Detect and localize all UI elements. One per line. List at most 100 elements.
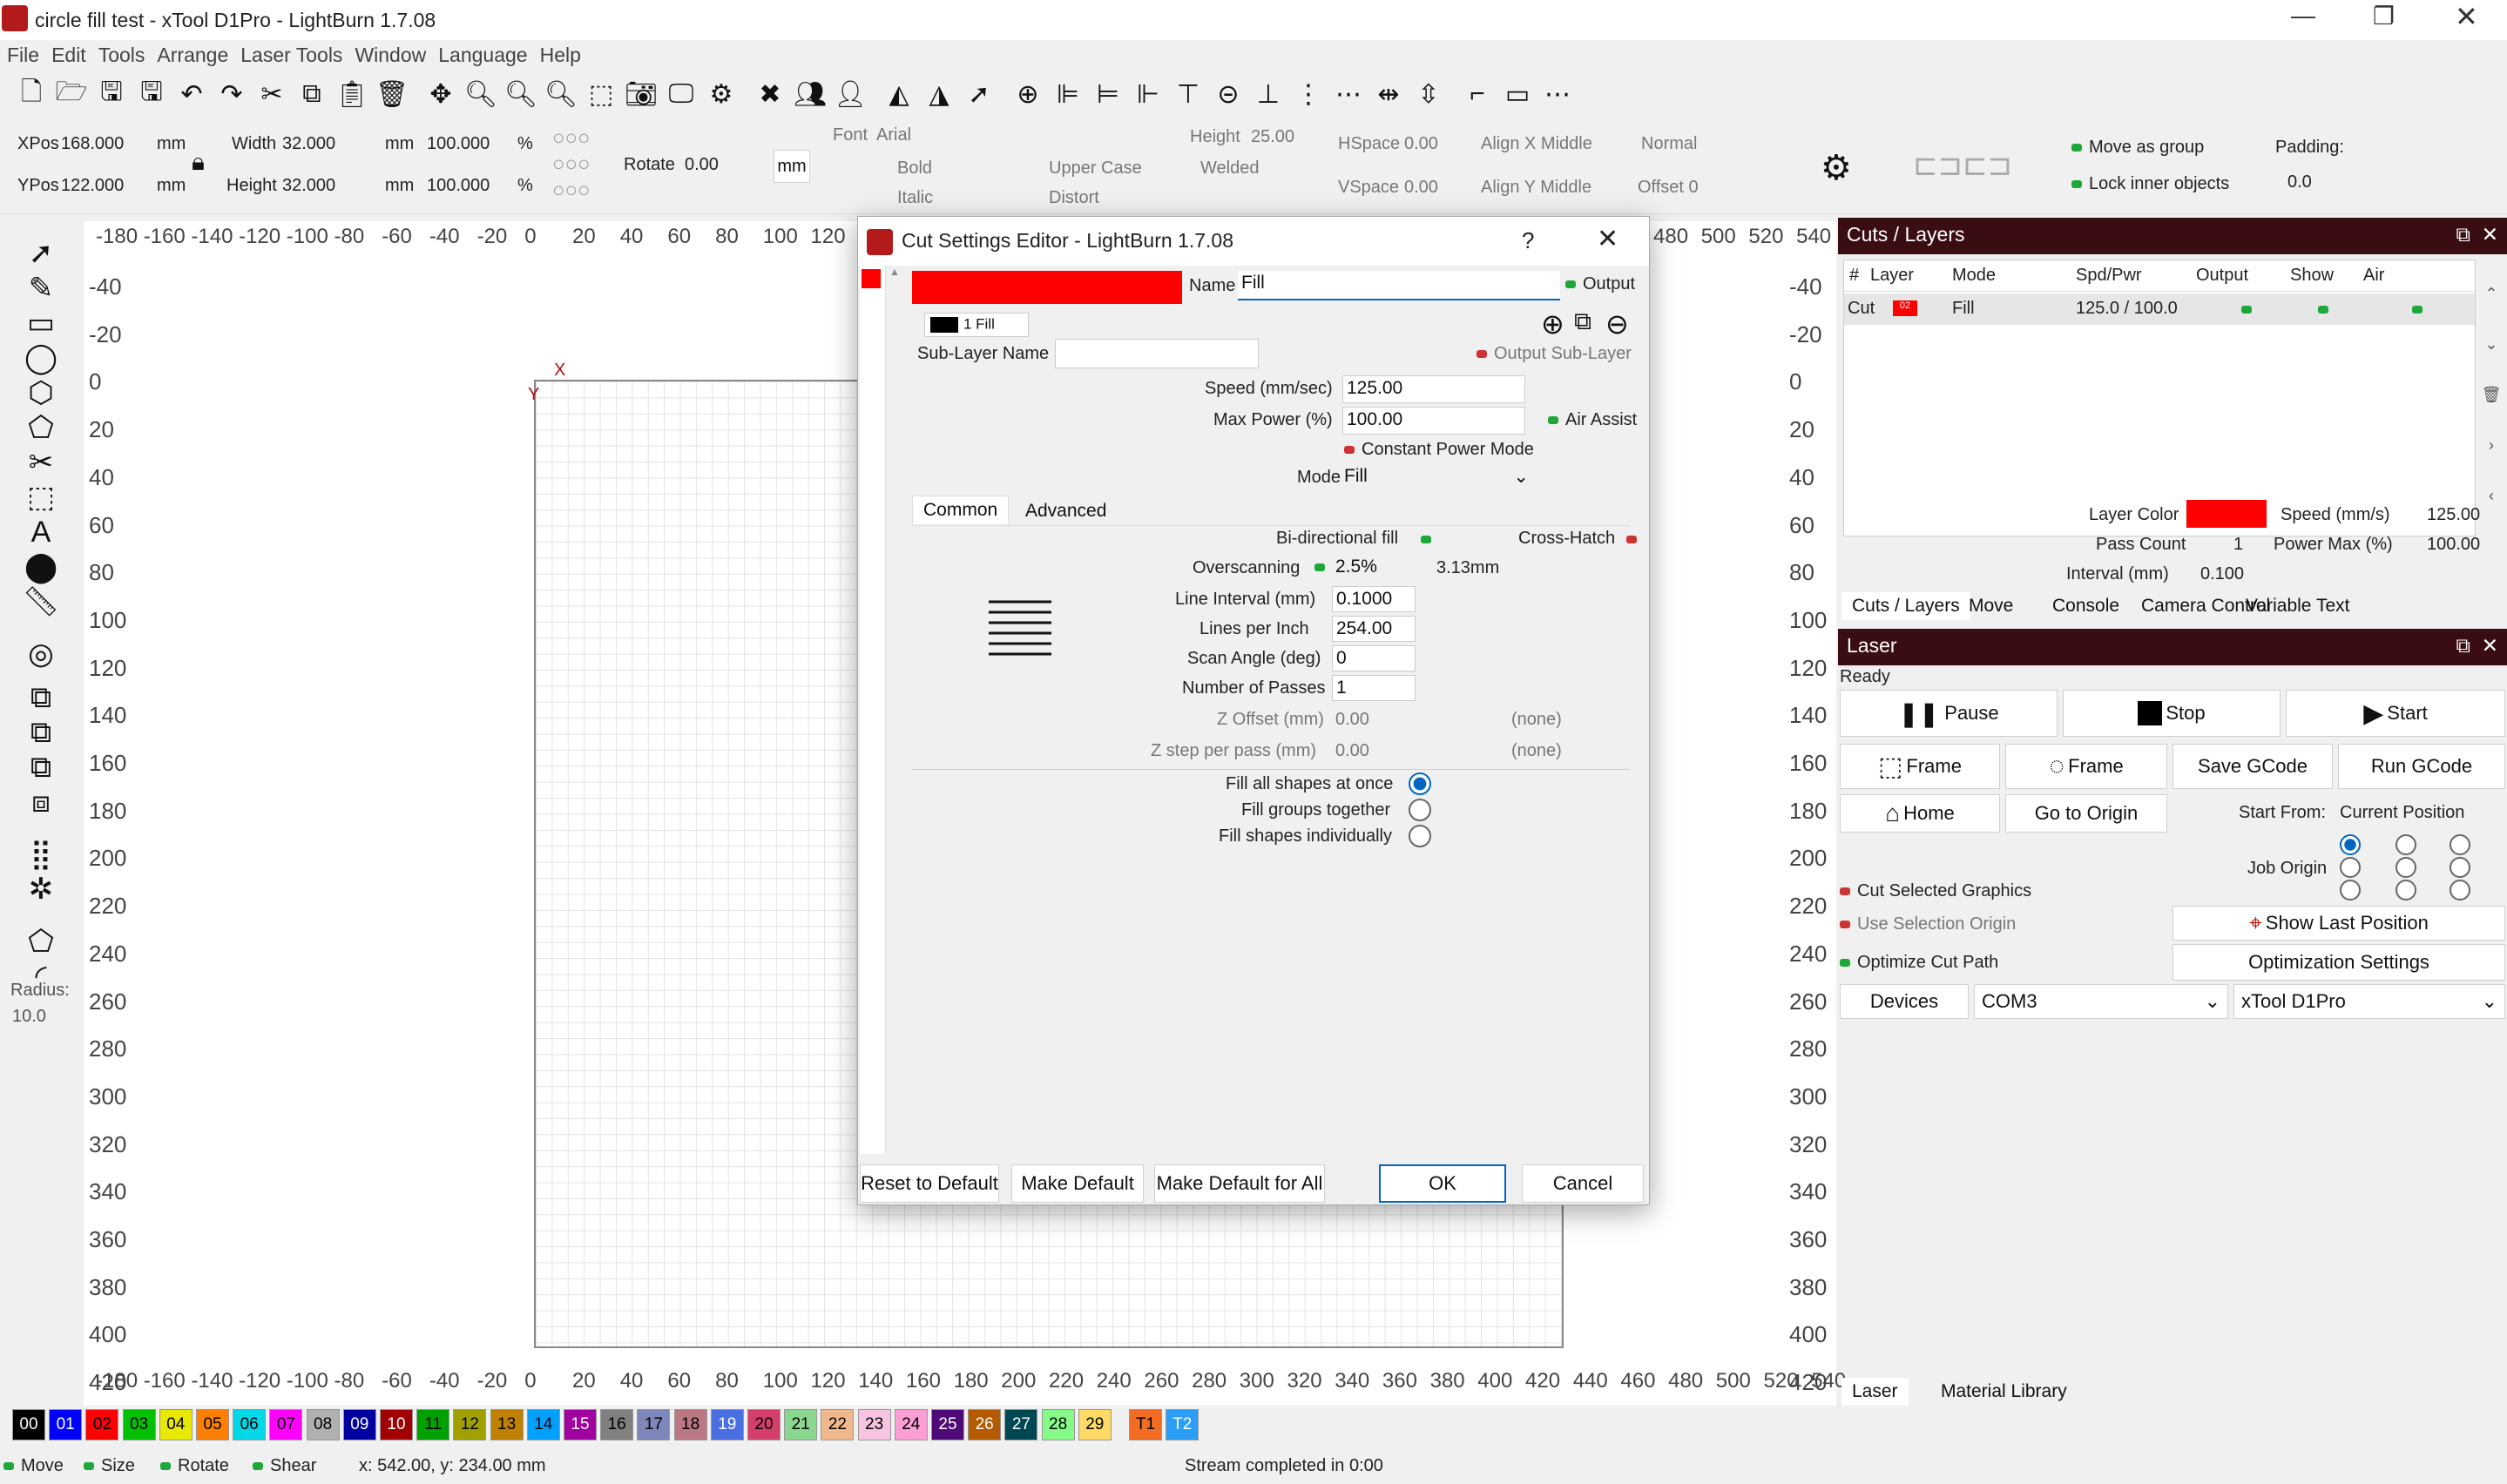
dialog-color-swatch[interactable]: [912, 271, 1182, 304]
sublayer-tab[interactable]: 1 Fill: [924, 313, 1029, 337]
distort-checkbox[interactable]: Distort: [1049, 188, 1099, 208]
palette-color-02[interactable]: 02: [85, 1409, 119, 1440]
palette-color-20[interactable]: 20: [747, 1409, 780, 1440]
sublayer-name-input[interactable]: [1055, 339, 1259, 368]
layer-order-buttons[interactable]: ⌃ ⌄ 🗑︎ › ‹: [2479, 268, 2504, 504]
zoom-out-icon[interactable]: 🔍︎: [544, 78, 578, 110]
tab-material-library[interactable]: Material Library: [1930, 1378, 2078, 1406]
users-icon[interactable]: 👥︎: [794, 78, 827, 110]
row-mode[interactable]: Fill: [1952, 299, 1975, 319]
palette-color-27[interactable]: 27: [1004, 1409, 1038, 1440]
align-x-select[interactable]: Align X Middle: [1481, 134, 1592, 154]
go-to-origin-button[interactable]: Go to Origin: [2005, 794, 2167, 833]
dock-icon[interactable]: ⌐: [1462, 78, 1493, 110]
job-origin-radio-tl[interactable]: [2340, 834, 2361, 855]
italic-checkbox[interactable]: Italic: [897, 188, 933, 208]
space-v-icon[interactable]: ⇳: [1413, 78, 1444, 110]
tab-variable-text[interactable]: Variable Text: [2235, 592, 2360, 620]
edit-nodes-icon[interactable]: ⬠: [23, 409, 59, 446]
fill-all-radio[interactable]: [1409, 772, 1431, 795]
column-header[interactable]: Mode: [1952, 266, 1996, 286]
job-origin-radio-br[interactable]: [2450, 880, 2470, 901]
upper-case-checkbox[interactable]: Upper Case: [1049, 159, 1142, 179]
measure-icon[interactable]: 📏︎: [22, 583, 59, 620]
align-right-icon[interactable]: ⊩: [1132, 78, 1164, 110]
position-laser-icon[interactable]: ⬚: [23, 479, 59, 516]
z-step-input[interactable]: 0.00: [1335, 741, 1369, 761]
shear-toggle[interactable]: Shear: [253, 1456, 316, 1476]
use-selection-origin-checkbox[interactable]: Use Selection Origin: [1840, 914, 2016, 934]
minimize-icon[interactable]: —: [2291, 2, 2315, 30]
run-gcode-button[interactable]: Run GCode: [2338, 744, 2505, 789]
user-icon[interactable]: 👤︎: [834, 78, 867, 110]
column-header[interactable]: Show: [2290, 266, 2334, 286]
lock-inner-checkbox[interactable]: Lock inner objects: [2071, 174, 2229, 194]
overscan-toggle[interactable]: [1314, 563, 1325, 571]
palette-color-12[interactable]: 12: [453, 1409, 487, 1440]
job-origin-radio-bl[interactable]: [2340, 880, 2361, 901]
monitor-icon[interactable]: 🖵: [666, 78, 697, 110]
column-header[interactable]: Layer: [1870, 266, 1914, 286]
ypos-field[interactable]: 122.000: [61, 176, 124, 196]
dialog-scrollbar[interactable]: ▲: [889, 266, 905, 1154]
remove-sublayer-icon[interactable]: ⊖: [1605, 307, 1629, 341]
job-origin-radio-ml[interactable]: [2340, 857, 2361, 878]
palette-color-04[interactable]: 04: [159, 1409, 193, 1440]
menu-language[interactable]: Language: [438, 44, 527, 67]
group-tools-icon[interactable]: ⚙: [1821, 148, 1852, 188]
help-button[interactable]: ?: [1522, 227, 1534, 254]
unit-toggle-button[interactable]: mm: [774, 150, 810, 183]
close-icon[interactable]: ✕: [2455, 0, 2478, 33]
interval-field[interactable]: 0.100: [2200, 564, 2244, 584]
new-file-icon[interactable]: 🗋: [16, 78, 47, 110]
vspace-field[interactable]: 0.00: [1404, 178, 1438, 198]
font-height-field[interactable]: 25.00: [1251, 127, 1294, 147]
restore-icon[interactable]: ❐: [2373, 2, 2395, 30]
palette-color-15[interactable]: 15: [564, 1409, 597, 1440]
tab-advanced[interactable]: Advanced: [1015, 497, 1117, 525]
palette-color-T1[interactable]: T1: [1129, 1409, 1162, 1440]
show-last-position-button[interactable]: ⌖ Show Last Position: [2173, 906, 2505, 941]
align-top-icon[interactable]: ⊤: [1172, 78, 1204, 110]
marker-icon[interactable]: ⬤: [23, 549, 59, 585]
palette-color-08[interactable]: 08: [306, 1409, 340, 1440]
device-select[interactable]: xTool D1Pro ⌄: [2233, 984, 2505, 1019]
delete-icon[interactable]: 🗑︎: [375, 78, 409, 110]
air-assist-checkbox[interactable]: Air Assist: [1548, 410, 1637, 430]
palette-color-09[interactable]: 09: [342, 1409, 376, 1440]
rectangle-tool-icon[interactable]: ▭: [23, 305, 59, 341]
palette-color-16[interactable]: 16: [600, 1409, 634, 1440]
pause-button[interactable]: ❚❚ Pause: [1840, 690, 2058, 737]
corner-tool-icon[interactable]: ⬠: [23, 923, 59, 960]
save-file-icon[interactable]: 🖫: [96, 78, 127, 110]
move-icon[interactable]: ✥: [425, 78, 456, 110]
palette-color-13[interactable]: 13: [490, 1409, 524, 1440]
move-as-group-checkbox[interactable]: Move as group: [2071, 138, 2204, 158]
align-middle-icon[interactable]: ⊝: [1213, 78, 1244, 110]
bold-checkbox[interactable]: Bold: [897, 159, 932, 179]
align-center-icon[interactable]: ⊨: [1092, 78, 1124, 110]
start-button[interactable]: ▶ Start: [2286, 690, 2505, 737]
font-select[interactable]: Arial: [876, 125, 911, 145]
max-power-input[interactable]: 100.00: [1342, 407, 1525, 435]
palette-color-25[interactable]: 25: [931, 1409, 964, 1440]
ruler-icon[interactable]: ⋯: [1542, 78, 1573, 110]
camera-icon[interactable]: 📷︎: [625, 78, 658, 110]
circular-array-icon[interactable]: ✲: [23, 871, 59, 907]
align-tools-icon[interactable]: ⊏⊐⊏⊐: [1913, 148, 2012, 183]
anchor-grid-icon[interactable]: ○○○ ○○○ ○○○: [552, 125, 622, 204]
ellipse-tool-icon[interactable]: ◯: [23, 340, 59, 376]
scale-width-field[interactable]: 100.000: [427, 134, 490, 154]
group-icon[interactable]: ▭: [1502, 78, 1533, 110]
panel-float-close-icon[interactable]: ⧉ ✕: [2456, 223, 2498, 246]
menu-file[interactable]: File: [7, 44, 39, 67]
layer-color-swatch[interactable]: [2186, 500, 2267, 528]
tab-laser[interactable]: Laser: [1841, 1378, 1909, 1406]
rotate-toggle[interactable]: Rotate: [160, 1456, 229, 1476]
speed-input[interactable]: 125.00: [1342, 375, 1525, 403]
palette-color-14[interactable]: 14: [526, 1409, 560, 1440]
tab-move[interactable]: Move: [1958, 592, 2024, 620]
palette-color-T2[interactable]: T2: [1166, 1409, 1199, 1440]
row-output-toggle[interactable]: [2241, 306, 2252, 314]
output-sublayer-checkbox[interactable]: Output Sub-Layer: [1476, 344, 1632, 364]
